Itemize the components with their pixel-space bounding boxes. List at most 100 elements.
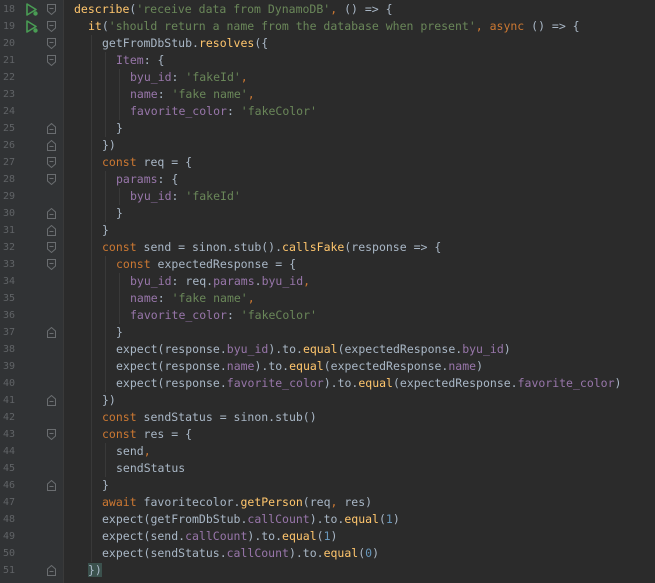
code-token: const	[102, 427, 144, 441]
line-number: 35	[3, 293, 16, 304]
gutter-row: 25	[0, 120, 64, 137]
code-token: )	[330, 529, 338, 543]
fold-end-icon[interactable]	[47, 327, 56, 338]
code-line[interactable]: await favoritecolor.getPerson(req, res)	[64, 494, 655, 511]
line-number: 43	[3, 429, 16, 440]
line-number: 32	[3, 242, 16, 253]
code-line[interactable]: expect(getFromDbStub.callCount).to.equal…	[64, 511, 655, 528]
code-line[interactable]: byu_id: 'fakeId',	[64, 69, 655, 86]
fold-start-icon[interactable]	[47, 242, 56, 253]
code-line[interactable]: params: {	[64, 171, 655, 188]
code-token: ,	[330, 2, 345, 16]
code-token: ,	[303, 274, 311, 288]
editor-gutter[interactable]: 18 19 20 21 22 23 24 25 26 27 28 29 30 31 32 33 34 35 36 37…	[0, 0, 64, 583]
fold-start-icon[interactable]	[47, 157, 56, 168]
code-token: res = {	[143, 427, 193, 441]
fold-end-icon[interactable]	[47, 395, 56, 406]
code-line[interactable]: send,	[64, 443, 655, 460]
code-token: }	[102, 478, 109, 492]
code-line[interactable]: favorite_color: 'fakeColor'	[64, 307, 655, 324]
code-line[interactable]: byu_id: req.params.byu_id,	[64, 273, 655, 290]
code-line[interactable]: describe('receive data from DynamoDB', (…	[64, 1, 655, 18]
code-token: }	[116, 121, 123, 135]
line-number: 42	[3, 412, 16, 423]
code-token: 'fakeId'	[185, 70, 241, 84]
fold-end-icon[interactable]	[47, 225, 56, 236]
fold-start-icon[interactable]	[47, 4, 56, 15]
gutter-row: 22	[0, 69, 64, 86]
code-line[interactable]: Item: {	[64, 52, 655, 69]
gutter-row: 45	[0, 460, 64, 477]
code-editor[interactable]: 18 19 20 21 22 23 24 25 26 27 28 29 30 31 32 33 34 35 36 37…	[0, 0, 655, 583]
fold-start-icon[interactable]	[47, 21, 56, 32]
code-line[interactable]: expect(send.callCount).to.equal(1)	[64, 528, 655, 545]
code-line[interactable]: }	[64, 120, 655, 137]
code-line[interactable]: const sendStatus = sinon.stub()	[64, 409, 655, 426]
gutter-row: 35	[0, 290, 64, 307]
code-line[interactable]: getFromDbStub.resolves({	[64, 35, 655, 52]
code-line[interactable]: }	[64, 222, 655, 239]
fold-end-icon[interactable]	[47, 140, 56, 151]
code-token: callCount	[185, 529, 248, 543]
code-line[interactable]: }	[64, 324, 655, 341]
fold-end-icon[interactable]	[47, 208, 56, 219]
gutter-row: 40	[0, 375, 64, 392]
code-token: 1	[385, 512, 393, 526]
code-line[interactable]: name: 'fake name',	[64, 86, 655, 103]
fold-start-icon[interactable]	[47, 55, 56, 66]
code-line[interactable]: })	[64, 562, 655, 579]
code-line[interactable]: sendStatus	[64, 460, 655, 477]
code-line[interactable]: })	[64, 392, 655, 409]
code-line[interactable]: expect(response.byu_id).to.equal(expecte…	[64, 341, 655, 358]
code-token: ).to.	[288, 546, 324, 560]
gutter-row: 20	[0, 35, 64, 52]
code-line[interactable]: const expectedResponse = {	[64, 256, 655, 273]
fold-start-icon[interactable]	[47, 38, 56, 49]
fold-end-icon[interactable]	[47, 480, 56, 491]
code-line[interactable]: expect(response.favorite_color).to.equal…	[64, 375, 655, 392]
line-number: 24	[3, 106, 16, 117]
code-line[interactable]: const res = {	[64, 426, 655, 443]
gutter-row: 38	[0, 341, 64, 358]
code-token: sendStatus	[116, 461, 186, 475]
code-token: })	[102, 138, 116, 152]
code-token: (response => {	[344, 240, 442, 254]
code-token: expect(sendStatus.	[102, 546, 227, 560]
code-token: )	[392, 512, 400, 526]
code-token: name	[448, 359, 477, 373]
code-line[interactable]: }	[64, 477, 655, 494]
code-token: 1	[323, 529, 331, 543]
code-area[interactable]: describe ('receive data from DynamoDB', (…	[64, 0, 655, 583]
fold-start-icon[interactable]	[47, 259, 56, 270]
code-line[interactable]: favorite_color: 'fakeColor'	[64, 103, 655, 120]
code-token: await	[102, 495, 144, 509]
line-number: 36	[3, 310, 16, 321]
code-line[interactable]: name: 'fake name',	[64, 290, 655, 307]
gutter-row: 50	[0, 545, 64, 562]
code-token: ,	[247, 87, 255, 101]
code-line[interactable]: expect(response.name).to.equal(expectedR…	[64, 358, 655, 375]
code-line[interactable]: }	[64, 205, 655, 222]
code-line[interactable]: const req = {	[64, 154, 655, 171]
code-line[interactable]: const send = sinon.stub().callsFake(resp…	[64, 239, 655, 256]
code-token: ).to.	[309, 512, 345, 526]
code-token: () => {	[531, 19, 580, 33]
code-line[interactable]: byu_id: 'fakeId'	[64, 188, 655, 205]
code-line[interactable]: expect(sendStatus.callCount).to.equal(0)	[64, 545, 655, 562]
fold-start-icon[interactable]	[47, 174, 56, 185]
code-token: })	[88, 563, 102, 577]
code-line[interactable]: })	[64, 137, 655, 154]
gutter-row: 41	[0, 392, 64, 409]
fold-end-icon[interactable]	[47, 123, 56, 134]
code-line[interactable]: it('should return a name from the databa…	[64, 18, 655, 35]
fold-start-icon[interactable]	[47, 429, 56, 440]
run-test-icon[interactable]	[25, 3, 38, 16]
gutter-row: 36	[0, 307, 64, 324]
code-token: equal	[289, 359, 324, 373]
code-token: )	[476, 359, 483, 373]
fold-end-icon[interactable]	[47, 565, 56, 576]
code-token: Item	[116, 53, 144, 67]
code-token: byu_id	[226, 342, 269, 356]
code-token: : {	[143, 53, 165, 67]
run-test-icon[interactable]	[25, 20, 38, 33]
